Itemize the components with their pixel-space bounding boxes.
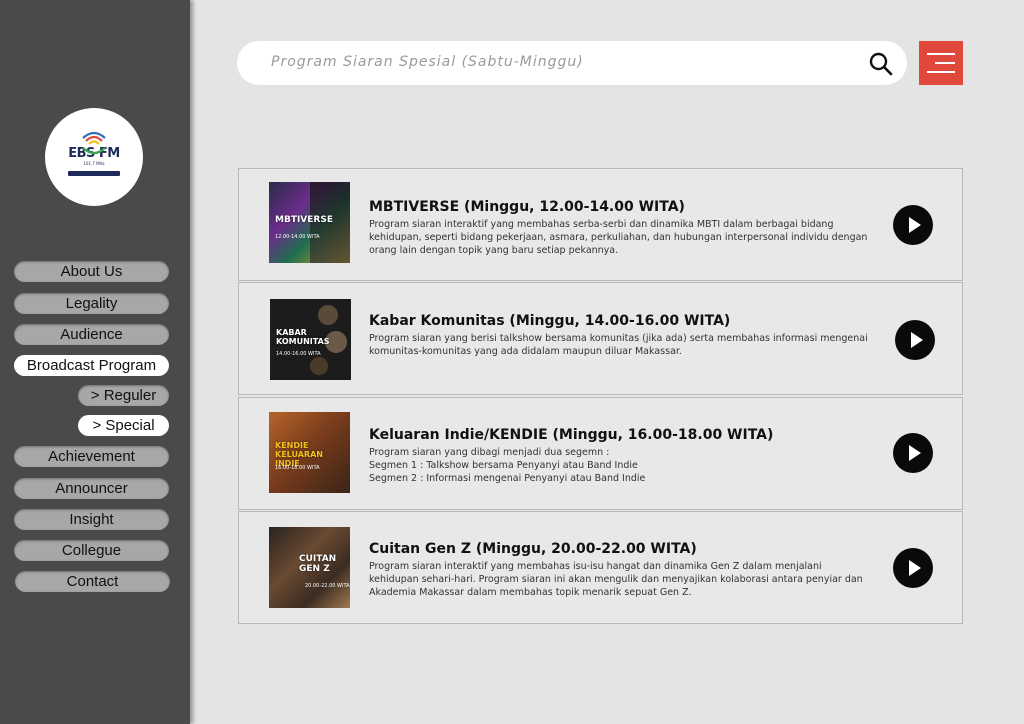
thumbnail-time: 12.00-14.00 WITA	[275, 234, 320, 240]
program-thumbnail: MBTIVERSE 12.00-14.00 WITA	[269, 182, 350, 263]
search-input[interactable]: Program Siaran Spesial (Sabtu-Minggu)	[271, 54, 584, 70]
nav-about-us[interactable]: About Us	[14, 261, 169, 282]
nav-insight[interactable]: Insight	[14, 509, 169, 530]
program-card-cuitan-gen-z: CUITAN GEN Z 20.00-22.00 WITA Cuitan Gen…	[238, 511, 963, 624]
description-line: Segmen 1 : Talkshow bersama Penyanyi ata…	[369, 459, 638, 471]
program-thumbnail: KABAR KOMUNITAS 14.00-16.00 WITA	[270, 299, 351, 380]
program-description: Program siaran yang berisi talkshow bers…	[369, 333, 868, 357]
nav-contact[interactable]: Contact	[15, 571, 170, 592]
search-icon[interactable]	[868, 51, 894, 77]
program-title: Kabar Komunitas (Minggu, 14.00-16.00 WIT…	[369, 313, 731, 329]
play-button[interactable]	[893, 433, 933, 473]
thumbnail-title: KABAR KOMUNITAS	[276, 328, 330, 346]
thumbnail-time: 16.00-18.00 WITA	[275, 465, 320, 471]
nav-collegue[interactable]: Collegue	[14, 540, 169, 561]
play-button[interactable]	[895, 320, 935, 360]
program-thumbnail: KENDIE KELUARAN INDIE 16.00-18.00 WITA	[269, 412, 350, 493]
description-line: Program siaran yang dibagi menjadi dua s…	[369, 447, 610, 458]
nav-sub-special[interactable]: > Special	[78, 415, 169, 436]
program-description: Program siaran yang dibagi menjadi dua s…	[369, 447, 874, 485]
thumbnail-time: 14.00-16.00 WITA	[276, 351, 321, 357]
menu-button[interactable]	[919, 41, 963, 85]
program-thumbnail: CUITAN GEN Z 20.00-22.00 WITA	[269, 527, 350, 608]
program-title: MBTIVERSE (Minggu, 12.00-14.00 WITA)	[369, 199, 685, 215]
program-title: Keluaran Indie/KENDIE (Minggu, 16.00-18.…	[369, 427, 774, 443]
play-button[interactable]	[893, 205, 933, 245]
program-description: Program siaran interaktif yang membahas …	[369, 561, 863, 598]
play-button[interactable]	[893, 548, 933, 588]
program-title: Cuitan Gen Z (Minggu, 20.00-22.00 WITA)	[369, 541, 697, 557]
search-bar[interactable]: Program Siaran Spesial (Sabtu-Minggu)	[237, 41, 907, 85]
thumbnail-title: MBTIVERSE	[275, 215, 333, 225]
nav-announcer[interactable]: Announcer	[14, 478, 169, 499]
description-line: Segmen 2 : Informasi mengenai Penyanyi a…	[369, 472, 646, 484]
thumbnail-title: CUITAN GEN Z	[299, 554, 337, 574]
program-card-mbtiverse: MBTIVERSE 12.00-14.00 WITA MBTIVERSE (Mi…	[238, 168, 963, 281]
logo-bar	[68, 170, 120, 176]
program-description: Program siaran interaktif yang membahas …	[369, 219, 868, 256]
program-card-kendie: KENDIE KELUARAN INDIE 16.00-18.00 WITA K…	[238, 397, 963, 510]
nav-audience[interactable]: Audience	[14, 324, 169, 345]
logo-frequency: 101.7 MHz	[83, 160, 105, 166]
nav-sub-reguler[interactable]: > Reguler	[78, 385, 169, 406]
thumbnail-time: 20.00-22.00 WITA	[305, 583, 350, 589]
sidebar: EBS FM 101.7 MHz About Us Legality Audie…	[0, 0, 190, 724]
station-logo[interactable]: EBS FM 101.7 MHz	[45, 108, 143, 206]
program-card-kabar-komunitas: KABAR KOMUNITAS 14.00-16.00 WITA Kabar K…	[238, 282, 963, 395]
nav-achievement[interactable]: Achievement	[14, 446, 169, 467]
radio-wave-icon	[82, 131, 106, 155]
nav-broadcast-program[interactable]: Broadcast Program	[14, 355, 169, 376]
nav-legality[interactable]: Legality	[14, 293, 169, 314]
